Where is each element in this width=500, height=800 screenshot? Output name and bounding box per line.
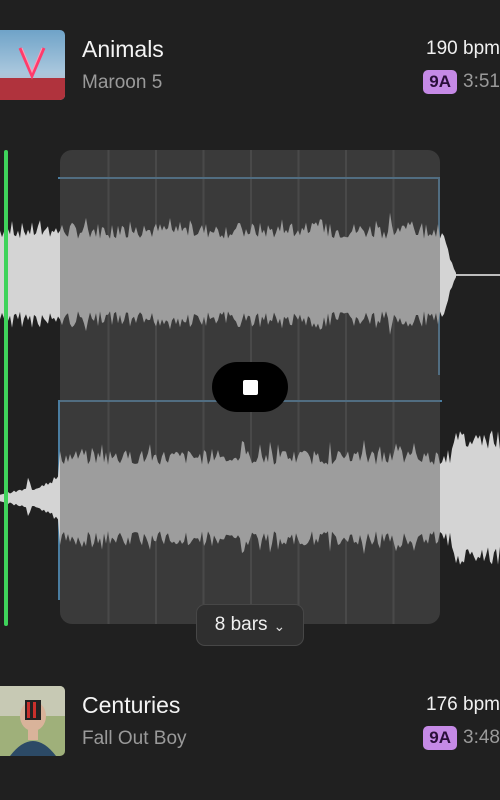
key-badge: 9A (423, 726, 458, 750)
key-badge: 9A (423, 70, 458, 94)
stop-button[interactable] (212, 362, 288, 412)
album-art-animals (0, 30, 65, 100)
loop-length-label: 8 bars (214, 614, 268, 635)
playhead[interactable] (4, 150, 8, 626)
track-title: Centuries (82, 692, 181, 718)
track-artist: Fall Out Boy (82, 728, 187, 749)
track-meta: 9A 3:48 (423, 726, 500, 750)
loop-length-dropdown[interactable]: 8 bars ⌄ (196, 604, 304, 646)
album-art-centuries (0, 686, 65, 756)
chevron-down-icon: ⌄ (273, 617, 286, 634)
track-title: Animals (82, 36, 164, 62)
track-bpm: 190 bpm (426, 38, 500, 59)
track-duration: 3:48 (463, 727, 500, 748)
track-bpm: 176 bpm (426, 694, 500, 715)
track-artist: Maroon 5 (82, 72, 163, 93)
stop-icon (242, 379, 258, 395)
track-duration: 3:51 (463, 71, 500, 92)
track-row-bottom[interactable]: Centuries Fall Out Boy 176 bpm 9A 3:48 (0, 686, 500, 756)
track-row-top[interactable]: Animals Maroon 5 190 bpm 9A 3:51 (0, 30, 500, 100)
track-meta: 9A 3:51 (423, 70, 500, 94)
